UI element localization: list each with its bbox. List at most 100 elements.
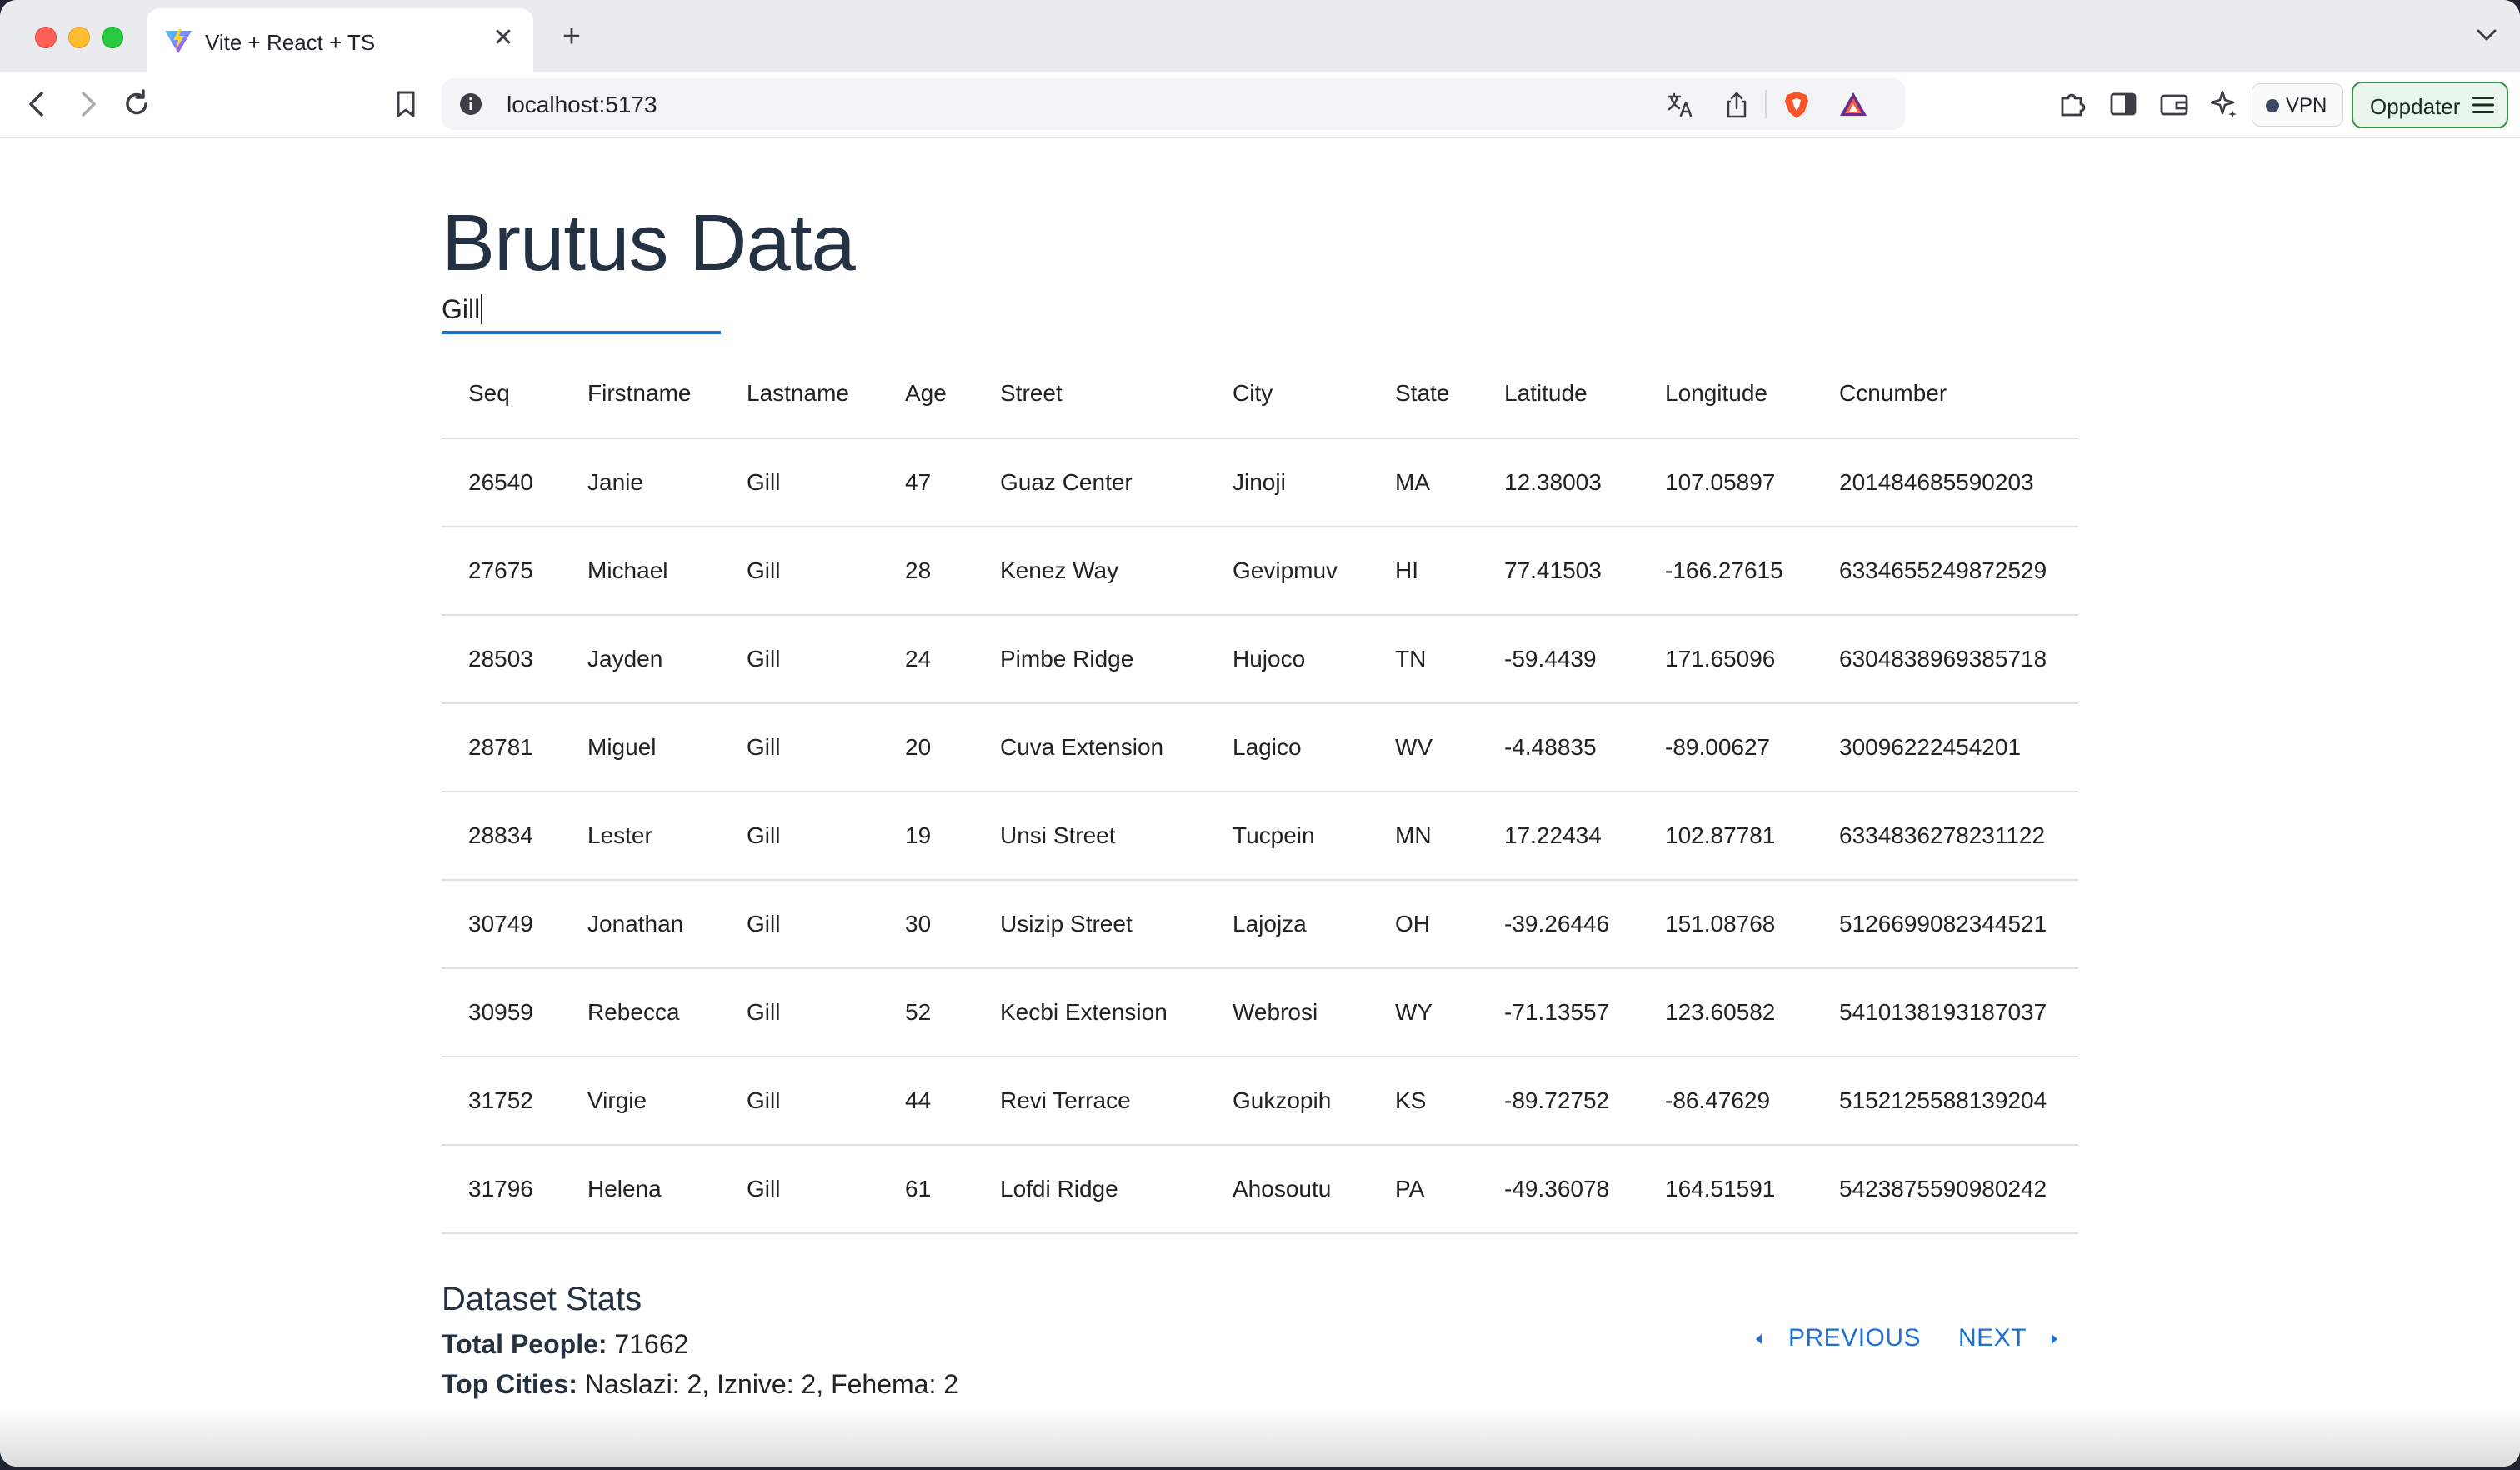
translate-icon[interactable] xyxy=(1665,90,1695,120)
cell-longitude: -166.27615 xyxy=(1638,527,1812,616)
cell-lastname: Gill xyxy=(720,527,878,616)
cell-city: Gevipmuv xyxy=(1206,527,1368,616)
cell-latitude: -59.4439 xyxy=(1478,615,1638,704)
cell-lastname: Gill xyxy=(720,615,878,704)
sidebar-icon[interactable] xyxy=(2106,87,2141,122)
table-row[interactable]: 30959 Rebecca Gill 52 Kecbi Extension We… xyxy=(442,968,2078,1058)
cell-lastname: Gill xyxy=(720,968,878,1058)
cell-seq: 28781 xyxy=(442,703,561,792)
cell-seq: 30959 xyxy=(442,968,561,1058)
cell-firstname: Virgie xyxy=(561,1057,720,1146)
toolbar-divider xyxy=(1765,90,1767,118)
cell-ccnumber: 5410138193187037 xyxy=(1812,968,2078,1058)
url-text[interactable]: localhost:5173 xyxy=(507,92,658,118)
cell-street: Guaz Center xyxy=(973,438,1206,528)
cell-street: Unsi Street xyxy=(973,792,1206,881)
column-header-street[interactable]: Street xyxy=(973,349,1206,439)
stats-top-cities: Top Cities: Naslazi: 2, Iznive: 2, Fehem… xyxy=(442,1369,958,1400)
info-icon[interactable] xyxy=(458,92,483,117)
table-row[interactable]: 30749 Jonathan Gill 30 Usizip Street Laj… xyxy=(442,880,2078,969)
vpn-button[interactable]: VPN xyxy=(2252,83,2343,127)
address-bar[interactable]: localhost:5173 xyxy=(442,78,1905,130)
cell-age: 61 xyxy=(878,1145,973,1234)
reload-icon[interactable] xyxy=(119,87,154,122)
cell-age: 19 xyxy=(878,792,973,881)
table-row[interactable]: 28781 Miguel Gill 20 Cuva Extension Lagi… xyxy=(442,703,2078,792)
table-row[interactable]: 28503 Jayden Gill 24 Pimbe Ridge Hujoco … xyxy=(442,615,2078,704)
cell-city: Ahosoutu xyxy=(1206,1145,1368,1234)
zoom-window-button[interactable] xyxy=(102,27,123,48)
browser-tab[interactable]: Vite + React + TS ✕ xyxy=(147,8,533,72)
brave-rewards-icon[interactable] xyxy=(1838,90,1868,120)
column-header-firstname[interactable]: Firstname xyxy=(561,349,720,439)
column-header-lastname[interactable]: Lastname xyxy=(720,349,878,439)
cell-longitude: -89.00627 xyxy=(1638,703,1812,792)
previous-button[interactable]: PREVIOUS xyxy=(1788,1324,1921,1352)
cell-firstname: Rebecca xyxy=(561,968,720,1058)
extensions-icon[interactable] xyxy=(2055,87,2090,122)
share-icon[interactable] xyxy=(1722,90,1752,120)
back-icon[interactable] xyxy=(20,87,55,122)
brave-shields-icon[interactable] xyxy=(1782,90,1812,120)
cell-city: Hujoco xyxy=(1206,615,1368,704)
cell-firstname: Miguel xyxy=(561,703,720,792)
data-table-container[interactable]: Seq Firstname Lastname Age Street City S… xyxy=(442,349,2078,1408)
cell-ccnumber: 6334655249872529 xyxy=(1812,527,2078,616)
stats-top-cities-label: Top Cities: xyxy=(442,1369,578,1399)
bookmark-icon[interactable] xyxy=(388,87,423,122)
search-input[interactable] xyxy=(442,292,717,326)
cell-latitude: -89.72752 xyxy=(1478,1057,1638,1146)
menu-icon xyxy=(2472,97,2494,113)
next-button[interactable]: NEXT xyxy=(1958,1324,2027,1352)
cell-ccnumber: 6304838969385718 xyxy=(1812,615,2078,704)
cell-age: 20 xyxy=(878,703,973,792)
column-header-ccnumber[interactable]: Ccnumber xyxy=(1812,349,2078,439)
close-window-button[interactable] xyxy=(35,27,57,48)
caret-right-icon[interactable] xyxy=(2048,1332,2060,1347)
cell-ccnumber: 5423875590980242 xyxy=(1812,1145,2078,1234)
tab-close-button[interactable]: ✕ xyxy=(488,23,518,53)
table-row[interactable]: 31752 Virgie Gill 44 Revi Terrace Gukzop… xyxy=(442,1057,2078,1146)
cell-street: Lofdi Ridge xyxy=(973,1145,1206,1234)
cell-latitude: -71.13557 xyxy=(1478,968,1638,1058)
cell-longitude: 171.65096 xyxy=(1638,615,1812,704)
cell-age: 52 xyxy=(878,968,973,1058)
cell-longitude: 151.08768 xyxy=(1638,880,1812,969)
cell-firstname: Janie xyxy=(561,438,720,528)
caret-left-icon[interactable] xyxy=(1753,1332,1765,1347)
table-row[interactable]: 26540 Janie Gill 47 Guaz Center Jinoji M… xyxy=(442,438,2078,528)
cell-city: Jinoji xyxy=(1206,438,1368,528)
cell-lastname: Gill xyxy=(720,438,878,528)
column-header-state[interactable]: State xyxy=(1368,349,1478,439)
column-header-seq[interactable]: Seq xyxy=(442,349,561,439)
cell-city: Tucpein xyxy=(1206,792,1368,881)
leo-ai-icon[interactable] xyxy=(2207,87,2242,122)
cell-seq: 26540 xyxy=(442,438,561,528)
stats-top-cities-value: Naslazi: 2, Iznive: 2, Fehema: 2 xyxy=(584,1369,959,1399)
column-header-longitude[interactable]: Longitude xyxy=(1638,349,1812,439)
vpn-label: VPN xyxy=(2286,94,2328,117)
cell-state: PA xyxy=(1368,1145,1478,1234)
column-header-city[interactable]: City xyxy=(1206,349,1368,439)
column-header-latitude[interactable]: Latitude xyxy=(1478,349,1638,439)
forward-icon[interactable] xyxy=(70,87,105,122)
stats-total: Total People: 71662 xyxy=(442,1329,688,1360)
search-field[interactable] xyxy=(442,292,721,334)
cell-latitude: 77.41503 xyxy=(1478,527,1638,616)
chevron-down-icon[interactable] xyxy=(2472,20,2502,50)
cell-street: Kecbi Extension xyxy=(973,968,1206,1058)
column-header-age[interactable]: Age xyxy=(878,349,973,439)
cell-age: 24 xyxy=(878,615,973,704)
table-row[interactable]: 27675 Michael Gill 28 Kenez Way Gevipmuv… xyxy=(442,527,2078,616)
browser-window: Vite + React + TS ✕ + localhost:5173 VPN… xyxy=(0,0,2520,1467)
update-button[interactable]: Oppdater xyxy=(2352,82,2508,128)
new-tab-button[interactable]: + xyxy=(553,18,590,55)
text-caret xyxy=(481,294,482,324)
cell-street: Revi Terrace xyxy=(973,1057,1206,1146)
cell-state: KS xyxy=(1368,1057,1478,1146)
minimize-window-button[interactable] xyxy=(68,27,90,48)
cell-street: Cuva Extension xyxy=(973,703,1206,792)
table-row[interactable]: 28834 Lester Gill 19 Unsi Street Tucpein… xyxy=(442,792,2078,881)
table-row[interactable]: 31796 Helena Gill 61 Lofdi Ridge Ahosout… xyxy=(442,1145,2078,1234)
wallet-icon[interactable] xyxy=(2157,87,2192,122)
